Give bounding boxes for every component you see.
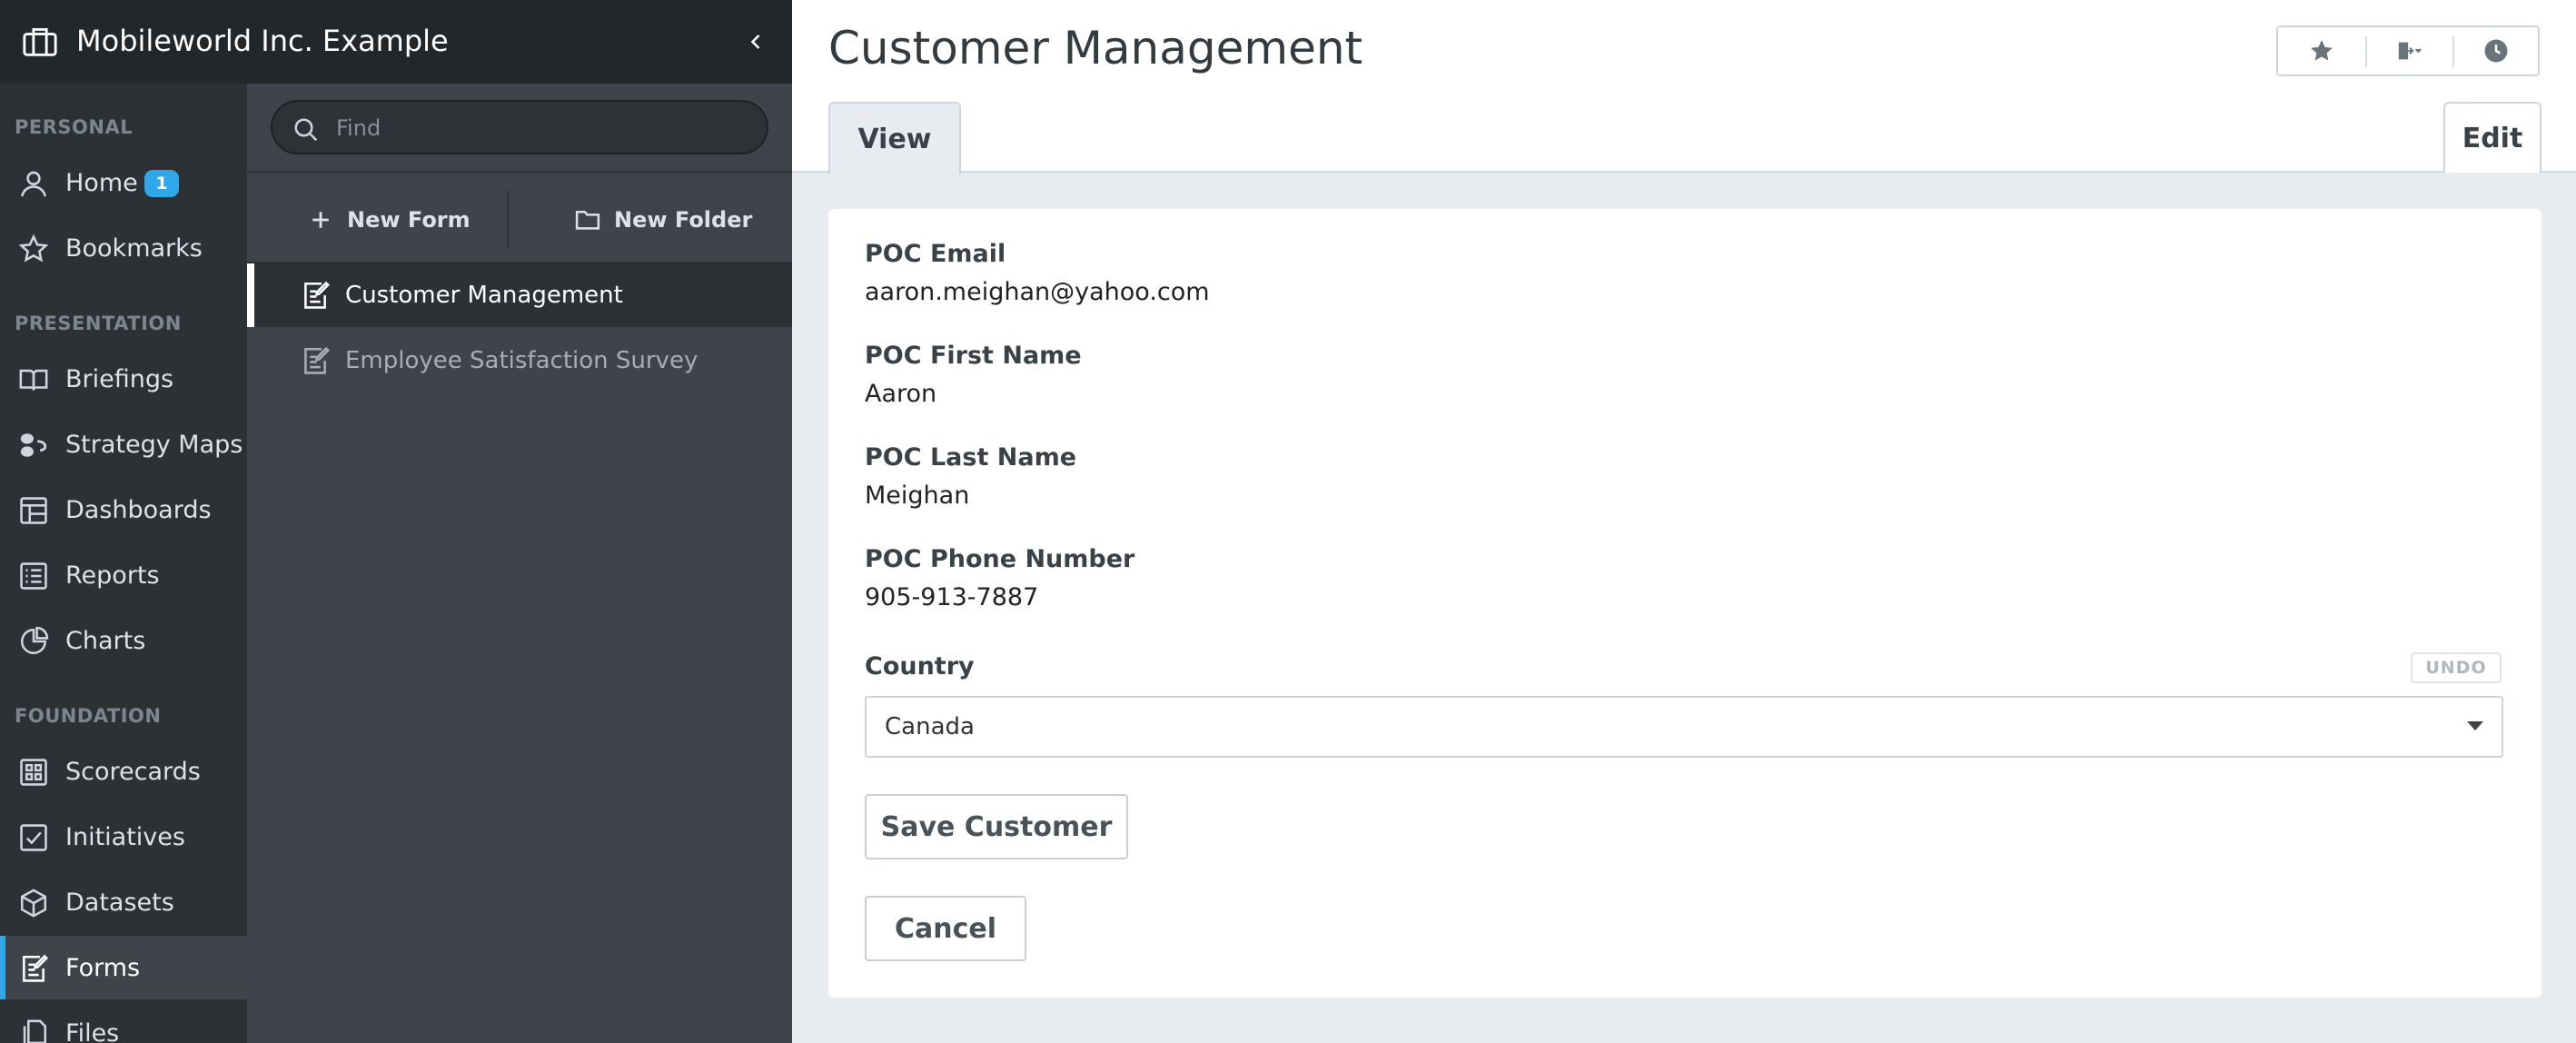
nav-item-scorecards[interactable]: Scorecards <box>0 740 247 803</box>
chevron-left-icon[interactable] <box>743 27 768 56</box>
forms-panel: New Form New Folder Customer Management … <box>247 84 792 1043</box>
country-select-value: Canada <box>885 713 975 740</box>
dashboard-icon <box>20 497 47 524</box>
undo-button[interactable]: UNDO <box>2411 652 2502 683</box>
new-form-button[interactable]: New Form <box>307 182 471 258</box>
divider <box>507 191 509 249</box>
active-indicator <box>0 936 5 999</box>
country-select[interactable]: Canada <box>865 696 2503 758</box>
star-icon <box>18 233 49 263</box>
divider <box>247 171 792 173</box>
new-form-label: New Form <box>347 207 471 233</box>
new-folder-label: New Folder <box>614 207 753 233</box>
history-button[interactable] <box>2454 27 2538 74</box>
poc-last-name-value: Meighan <box>865 482 970 510</box>
nav-item-label: Initiatives <box>65 823 185 851</box>
org-header: Mobileworld Inc. Example <box>0 0 792 84</box>
cube-icon <box>20 889 47 918</box>
poc-phone-label: POC Phone Number <box>865 545 1135 573</box>
nav-item-label: Scorecards <box>65 758 201 786</box>
page-header: Customer Management View Edit <box>792 0 2576 174</box>
form-item-label: Customer Management <box>345 282 623 309</box>
search-input[interactable] <box>336 111 754 145</box>
nav-section-foundation: FOUNDATION <box>15 705 162 727</box>
list-icon <box>20 562 47 590</box>
poc-email-value: aaron.meighan@yahoo.com <box>865 278 1210 306</box>
nav-item-label: Strategy Maps <box>65 431 243 459</box>
export-button[interactable] <box>2367 27 2452 74</box>
nav-item-label: Charts <box>65 627 146 655</box>
user-icon <box>20 171 47 197</box>
form-item-label: Employee Satisfaction Survey <box>345 347 698 374</box>
nav-item-label: Briefings <box>65 365 174 393</box>
nav-item-label: Home <box>65 169 138 197</box>
country-label: Country <box>865 652 975 680</box>
nav-item-strategy-maps[interactable]: Strategy Maps <box>0 412 247 476</box>
file-icon <box>23 1019 47 1043</box>
pie-chart-icon <box>20 626 49 655</box>
nav-item-home[interactable]: Home <box>0 151 247 214</box>
nav-item-forms[interactable]: Forms <box>0 936 247 999</box>
nav-section-presentation: PRESENTATION <box>15 313 182 334</box>
form-item-employee-satisfaction-survey[interactable]: Employee Satisfaction Survey <box>247 329 792 392</box>
cancel-button[interactable]: Cancel <box>865 896 1026 961</box>
bookmark-button[interactable] <box>2278 27 2365 74</box>
nav-item-files[interactable]: Files <box>0 1001 247 1043</box>
poc-email-label: POC Email <box>865 240 1006 268</box>
nav-item-dashboards[interactable]: Dashboards <box>0 478 247 541</box>
form-icon <box>304 281 330 309</box>
poc-phone-value: 905-913-7887 <box>865 583 1039 611</box>
nav-item-charts[interactable]: Charts <box>0 609 247 672</box>
search-box[interactable] <box>271 100 768 154</box>
nav-item-label: Bookmarks <box>65 234 203 263</box>
star-icon <box>2311 40 2333 61</box>
strategy-map-icon <box>20 433 47 457</box>
org-name: Mobileworld Inc. Example <box>76 24 449 58</box>
active-indicator <box>247 263 254 327</box>
folder-icon <box>575 211 600 230</box>
nav-item-label: Datasets <box>65 889 174 917</box>
nav-item-datasets[interactable]: Datasets <box>0 870 247 934</box>
scorecard-icon <box>20 759 47 786</box>
checkbox-icon <box>20 824 47 851</box>
form-card: POC Email aaron.meighan@yahoo.com POC Fi… <box>828 209 2541 998</box>
briefcase-icon <box>23 28 57 56</box>
plus-icon <box>312 212 329 228</box>
tab-view[interactable]: View <box>828 102 961 174</box>
poc-first-name-label: POC First Name <box>865 342 1082 370</box>
main-content: Customer Management View Edit POC Email … <box>792 0 2576 1043</box>
nav-item-bookmarks[interactable]: Bookmarks <box>0 216 247 280</box>
poc-first-name-value: Aaron <box>865 380 937 408</box>
left-nav: PERSONAL Home 1 Bookmarks PRESENTATION B… <box>0 0 247 1043</box>
search-icon <box>294 118 318 142</box>
page-toolbar <box>2276 25 2540 76</box>
nav-item-label: Forms <box>65 954 141 982</box>
export-icon <box>2398 42 2422 60</box>
form-icon <box>23 954 48 982</box>
book-icon <box>19 369 48 391</box>
nav-item-label: Dashboards <box>65 496 212 524</box>
nav-item-label: Files <box>65 1019 120 1043</box>
nav-section-personal: PERSONAL <box>15 116 134 138</box>
notification-badge: 1 <box>144 170 179 197</box>
tab-edit[interactable]: Edit <box>2443 102 2541 173</box>
nav-item-label: Reports <box>65 561 160 590</box>
poc-last-name-label: POC Last Name <box>865 443 1077 472</box>
form-item-customer-management[interactable]: Customer Management <box>247 263 792 327</box>
nav-item-initiatives[interactable]: Initiatives <box>0 805 247 869</box>
caret-down-icon <box>2467 721 2483 730</box>
new-folder-button[interactable]: New Folder <box>574 182 752 258</box>
form-icon <box>304 346 330 374</box>
nav-item-reports[interactable]: Reports <box>0 543 247 607</box>
nav-item-briefings[interactable]: Briefings <box>0 347 247 411</box>
save-customer-button[interactable]: Save Customer <box>865 794 1128 859</box>
clock-icon <box>2484 39 2508 63</box>
page-title: Customer Management <box>828 22 1363 74</box>
